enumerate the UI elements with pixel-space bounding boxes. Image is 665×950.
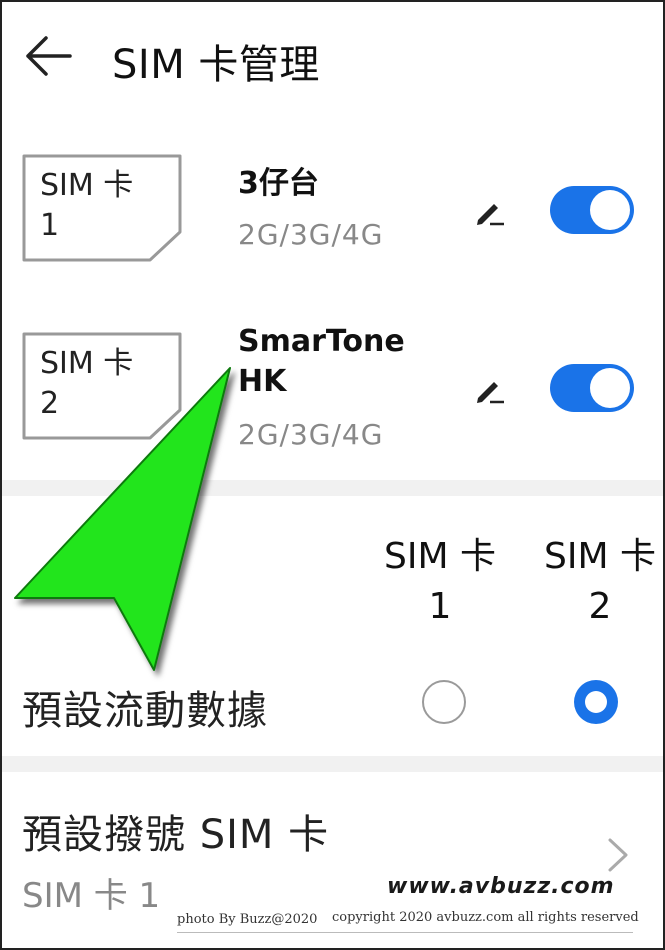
sim-enable-toggle[interactable] xyxy=(550,364,634,412)
app-screen: SIM 卡管理 SIM 卡 1 3仔台 2G/3G/4G SIM 卡 2 Sma… xyxy=(0,0,665,950)
sim-card-row-1: SIM 卡 1 3仔台 2G/3G/4G xyxy=(2,142,663,292)
chevron-right-icon[interactable] xyxy=(606,836,630,874)
edit-icon[interactable] xyxy=(472,372,506,406)
default-mobile-data-label: 預設流動數據 xyxy=(22,688,268,734)
arrow-left-icon[interactable] xyxy=(24,34,74,78)
default-dial-value: SIM 卡 1 xyxy=(22,876,161,916)
column-header-sim-1: SIM 卡 1 xyxy=(384,536,496,627)
photo-credit: photo By Buzz@2020 xyxy=(177,912,318,927)
pointer-arrow-icon xyxy=(2,352,262,682)
site-watermark: www.avbuzz.com xyxy=(387,874,615,899)
section-divider xyxy=(2,756,663,772)
sim-card-number: 1 xyxy=(40,208,60,243)
copyright-notice: copyright 2020 avbuzz.com all rights res… xyxy=(332,910,639,925)
mobile-data-radio-sim-1[interactable] xyxy=(422,680,466,724)
sim-carrier-name: 3仔台 xyxy=(238,166,319,201)
sim-carrier-name: SmarTone HK xyxy=(238,324,405,399)
sim-enable-toggle[interactable] xyxy=(550,186,634,234)
sim-card-label: SIM 卡 xyxy=(40,168,134,203)
sim-network-type: 2G/3G/4G xyxy=(238,218,384,251)
bottom-rule xyxy=(177,932,633,933)
sim-card-icon: SIM 卡 1 xyxy=(22,154,184,262)
column-header-sim-2: SIM 卡 2 xyxy=(544,536,656,627)
edit-icon[interactable] xyxy=(472,194,506,228)
page-title: SIM 卡管理 xyxy=(112,42,320,88)
mobile-data-radio-sim-2[interactable] xyxy=(574,680,618,724)
default-dial-label[interactable]: 預設撥號 SIM 卡 xyxy=(22,802,329,860)
